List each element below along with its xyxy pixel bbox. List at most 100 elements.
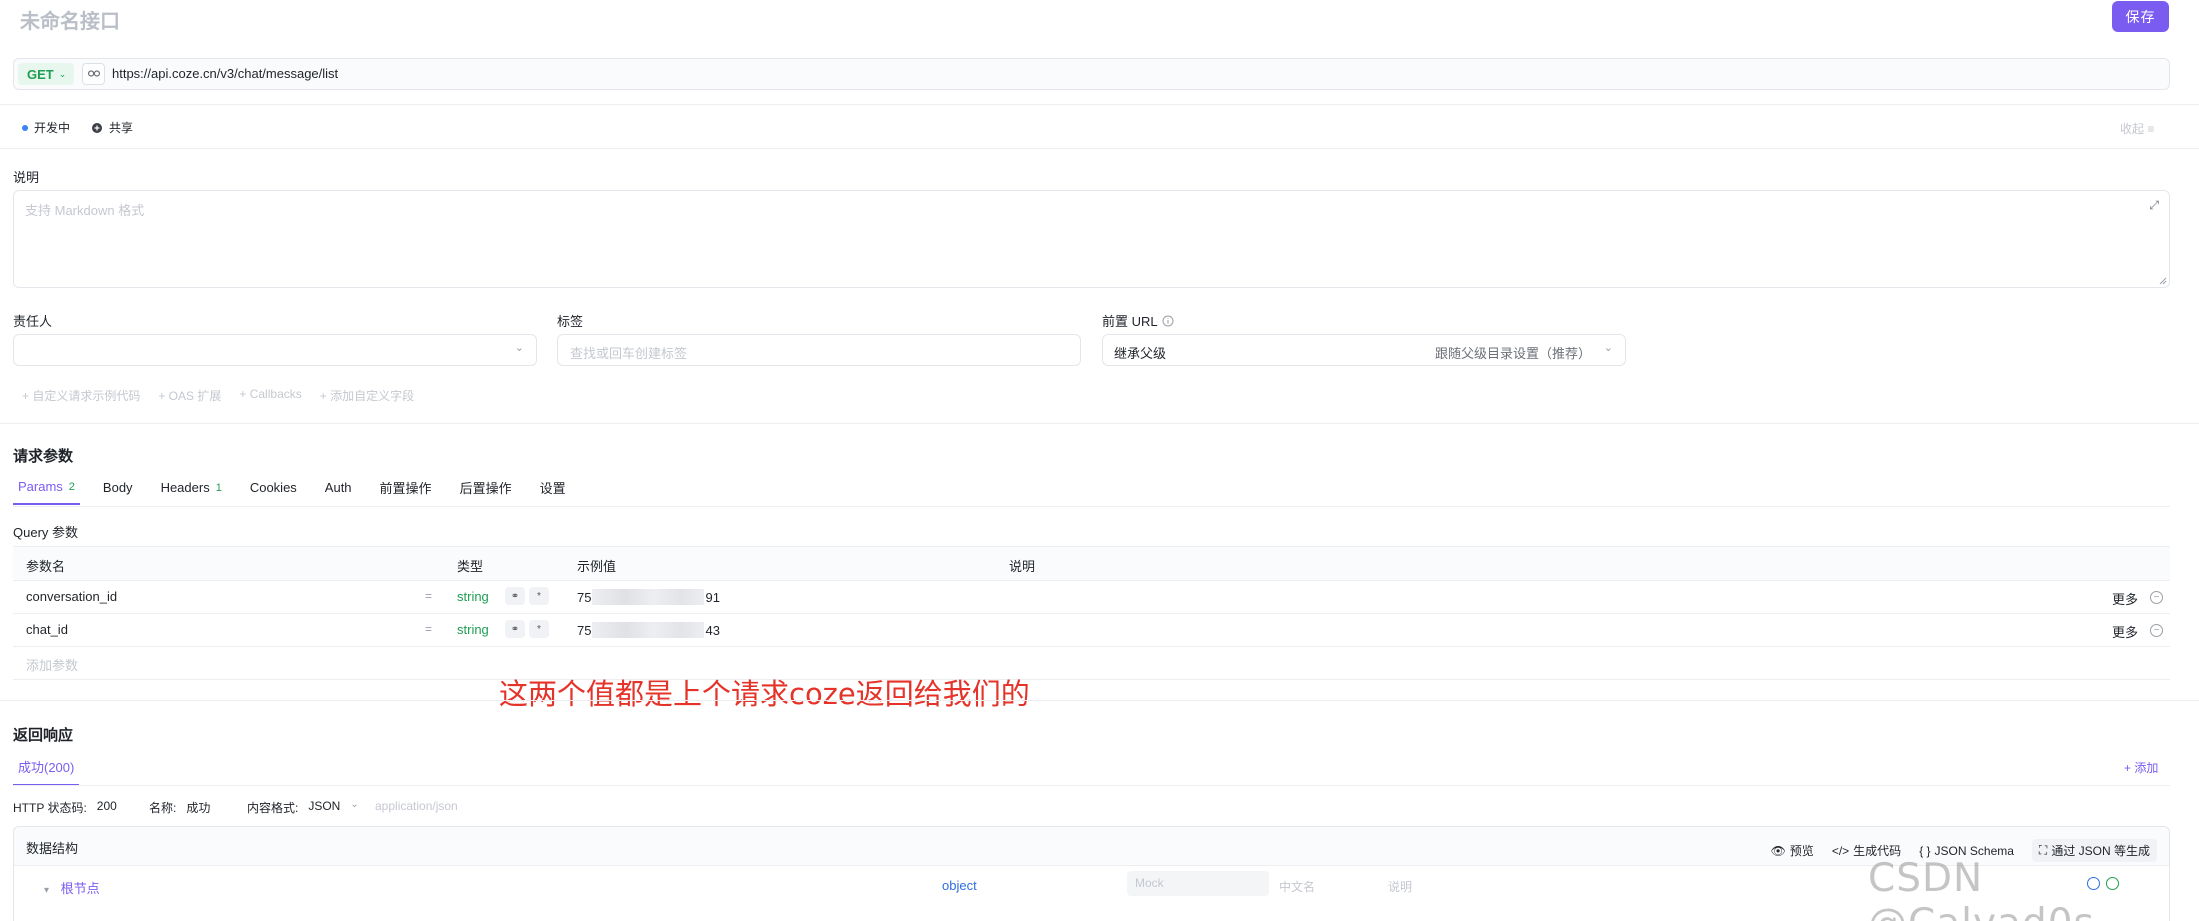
description-label: 说明 [13,170,40,185]
param-example[interactable]: 75 91 [577,589,720,605]
collapse-button[interactable]: 收起 ≡ [2120,120,2154,137]
tab-params[interactable]: Params 2 [13,478,80,505]
method-label: GET [27,66,54,82]
param-example[interactable]: 75 43 [577,622,720,638]
http-status-value: 200 [96,799,117,813]
tab-settings[interactable]: 设置 [535,478,571,505]
chevron-down-icon: ⌄ [514,342,524,354]
more-button[interactable]: 更多 [2112,622,2138,641]
divider [13,506,2170,507]
add-response-button[interactable]: + 添加 [2124,759,2158,776]
owner-select[interactable]: ⌄ [13,334,537,366]
tab-label: Cookies [249,480,297,495]
tab-body[interactable]: Body [98,478,138,505]
tab-headers[interactable]: Headers 1 [156,478,227,505]
share-label: 共享 [109,121,134,135]
tab-cookies[interactable]: Cookies [245,478,302,505]
add-custom-field-link[interactable]: + 添加自定义字段 [320,387,414,404]
url-bar: GET ⌄ https://api.coze.cn/v3/chat/messag… [13,58,2170,90]
extension-links: + 自定义请求示例代码 + OAS 扩展 + Callbacks + 添加自定义… [22,387,414,404]
mock-input[interactable]: Mock [1127,871,1269,896]
description-placeholder: 支持 Markdown 格式 [25,203,145,218]
root-node-label[interactable]: 根节点 [61,881,100,896]
column-header-type: 类型 [457,559,484,574]
chinese-name-input[interactable]: 中文名 [1279,878,1315,895]
code-icon: </> [1831,843,1850,858]
tags-label: 标签 [557,314,584,329]
tab-label: Body [102,480,133,495]
annotation-text: 这两个值都是上个请求coze返回给我们的 [499,677,1030,711]
expand-icon[interactable]: ⤢ [2149,198,2159,213]
info-icon[interactable] [1162,315,1174,327]
param-name[interactable]: conversation_id [26,589,117,604]
content-format-select[interactable]: 内容格式: JSON ⌄ [247,799,359,816]
param-name[interactable]: chat_id [26,622,68,637]
root-node-type[interactable]: object [942,878,977,893]
http-status-field[interactable]: HTTP 状态码: 200 [13,799,117,816]
example-value-start: 75 [577,589,592,605]
status-select[interactable]: 开发中 [22,119,70,136]
chevron-down-icon: ⌄ [58,68,67,79]
add-param-row [13,647,2170,680]
collapse-caret-icon[interactable]: ▾ [44,885,49,896]
column-header-name: 参数名 [26,559,66,574]
content-type-input[interactable]: application/json [375,799,458,813]
divider [0,700,2199,701]
more-button[interactable]: 更多 [2112,589,2138,608]
prefix-url-label: 前置 URL [1102,314,1158,329]
tab-label: 设置 [539,481,566,496]
chevron-down-icon: ⌄ [350,799,359,810]
api-title[interactable]: 未命名接口 [20,5,120,34]
preview-label: 预览 [1789,844,1814,858]
drag-handle-icon[interactable]: = [425,589,432,603]
prefix-url-select[interactable]: 继承父级 跟随父级目录设置（推荐） ⌄ [1102,334,1626,366]
remove-icon[interactable]: − [2150,624,2163,637]
http-status-label: HTTP 状态码: [13,801,87,815]
required-icon[interactable]: * [529,587,549,605]
link-icon[interactable]: ⚭ [505,620,525,638]
callbacks-link[interactable]: + Callbacks [239,387,301,404]
param-type[interactable]: string [457,589,489,604]
response-name-label: 名称: [149,801,177,815]
table-row [13,614,2170,647]
content-format-value: JSON [308,799,341,813]
watermark: CSDN @Calvad0s [1868,856,2094,921]
param-type[interactable]: string [457,622,489,637]
tab-response-success[interactable]: 成功(200) [13,757,80,786]
resize-handle-icon[interactable] [2159,277,2167,285]
tab-pre-operations[interactable]: 前置操作 [375,478,437,505]
oas-extension-link[interactable]: + OAS 扩展 [158,387,221,404]
required-icon[interactable]: * [529,620,549,638]
remove-icon[interactable]: − [2150,591,2163,604]
add-param-input[interactable]: 添加参数 [26,655,78,674]
data-structure-panel: 数据结构 👁 预览 </> 生成代码 { } JSON Schema ⛶ 通过 JSON… [13,826,2170,921]
tab-auth[interactable]: Auth [320,478,357,505]
field-description-input[interactable]: 说明 [1388,878,1412,895]
save-button[interactable]: 保存 [2112,1,2169,32]
link-icon[interactable] [82,63,105,85]
share-icon [92,122,102,133]
tab-label: Auth [324,480,352,495]
column-header-example: 示例值 [577,559,617,574]
drag-handle-icon[interactable]: = [425,622,432,636]
description-editor[interactable]: 支持 Markdown 格式 ⤢ [13,190,2170,288]
request-params-title: 请求参数 [13,448,74,465]
params-table-header [13,546,2170,581]
link-icon[interactable]: ⚭ [505,587,525,605]
url-input[interactable]: https://api.coze.cn/v3/chat/message/list [112,66,338,81]
custom-code-example-link[interactable]: + 自定义请求示例代码 [22,387,140,404]
prefix-url-value: 继承父级 [1114,346,1167,361]
query-params-label: Query 参数 [13,525,79,540]
tags-input[interactable]: 查找或回车创建标签 [557,334,1081,366]
tab-post-operations[interactable]: 后置操作 [455,478,517,505]
mock-placeholder: Mock [1135,876,1164,890]
tab-badge: 2 [68,480,75,493]
preview-button[interactable]: 👁 预览 [1771,842,1814,859]
share-toggle[interactable]: 共享 [91,119,133,136]
divider [13,785,2170,786]
response-name-field[interactable]: 名称: 成功 [149,799,210,816]
example-value-end: 43 [705,622,720,638]
response-title: 返回响应 [13,727,74,744]
divider [0,104,2199,105]
method-select[interactable]: GET ⌄ [18,63,74,85]
